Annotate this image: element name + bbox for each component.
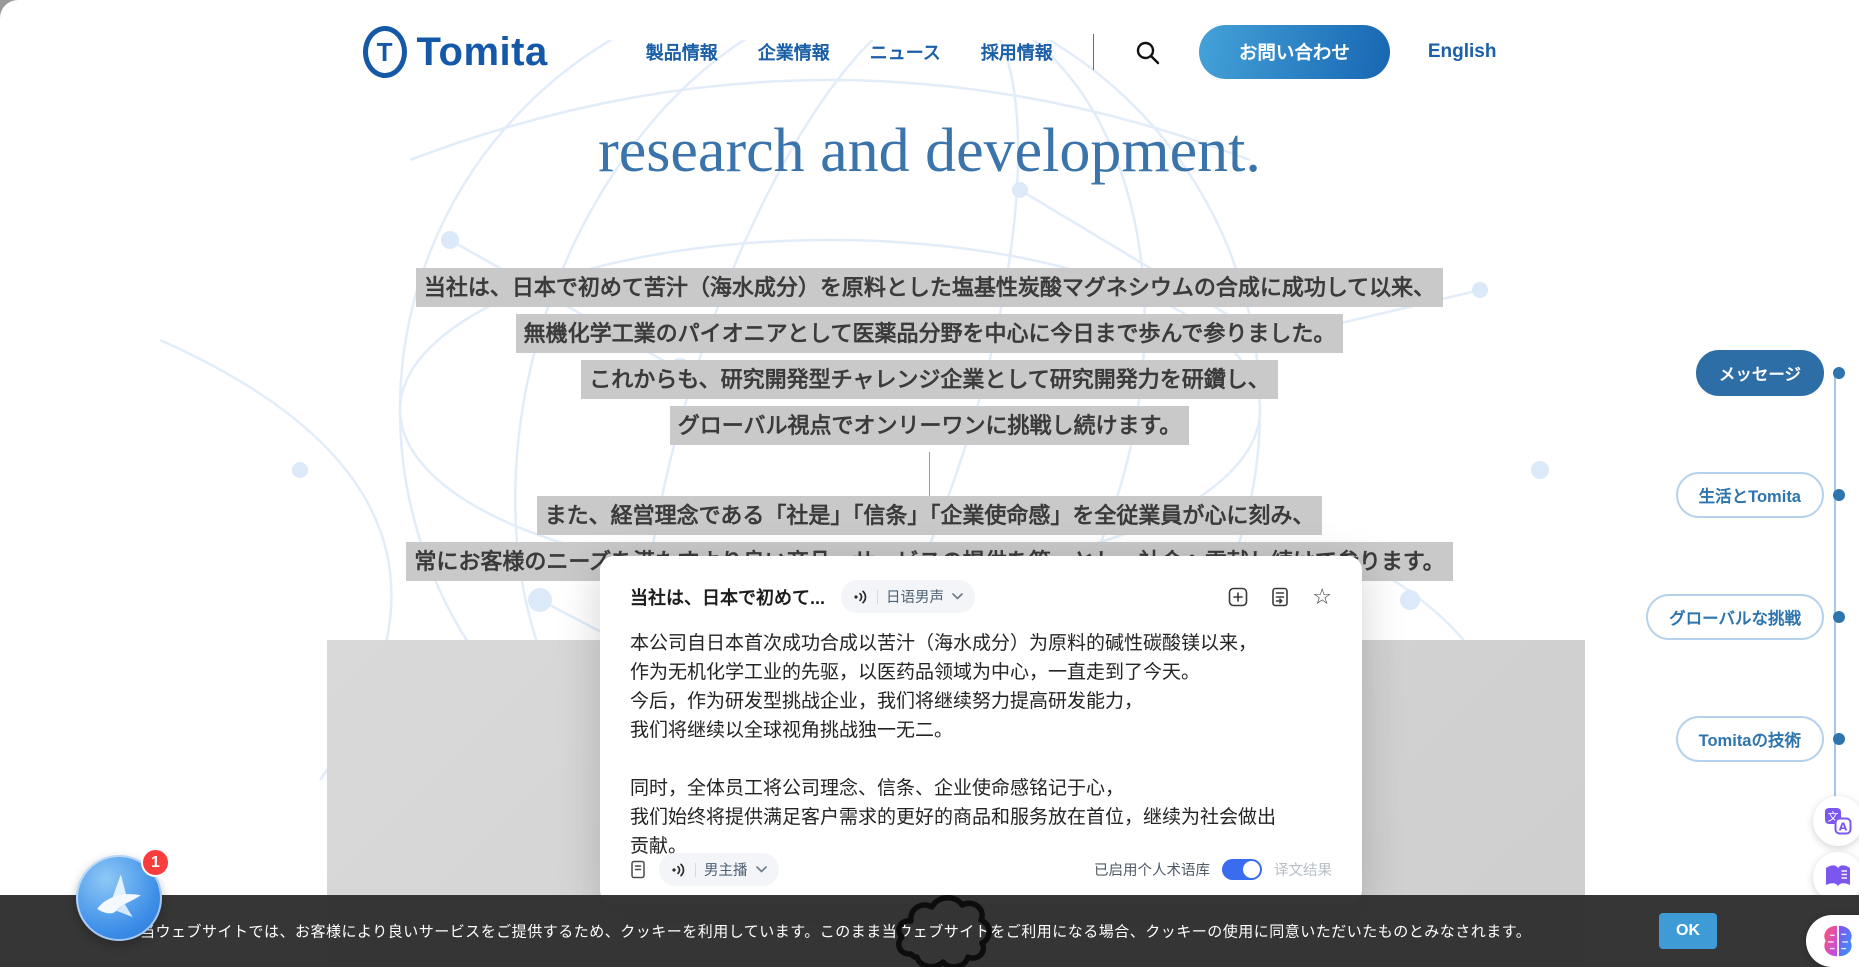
side-nav-row: メッセージ: [1646, 350, 1845, 396]
book-icon: [1823, 863, 1853, 891]
target-voice-selector[interactable]: 男主播: [659, 853, 779, 886]
header: T Tomita 製品情報 企業情報 ニュース 採用情報 お問い合わせ Engl…: [0, 0, 1859, 104]
translate-extension-button[interactable]: 文 A: [1813, 796, 1859, 846]
header-divider: [1093, 34, 1094, 70]
add-to-glossary-icon[interactable]: [1228, 587, 1248, 607]
speaker-icon: [671, 862, 687, 878]
side-nav-row: グローバルな挑戦: [1646, 594, 1845, 640]
source-voice-label: 日语男声: [886, 586, 944, 607]
side-nav-row: Tomitaの技術: [1646, 716, 1845, 762]
translated-line: 今后，作为研发型挑战企业，我们将继续努力提高研发能力，: [630, 687, 1332, 716]
side-nav-dot: [1833, 489, 1845, 501]
popup-title: 当社は、日本で初めて...: [630, 584, 825, 610]
logo-t-icon: T: [363, 26, 407, 78]
translated-text: 本公司自日本首次成功合成以苦汁（海水成分）为原料的碱性碳酸镁以来，作为无机化学工…: [630, 629, 1332, 861]
nav-item[interactable]: 製品情報: [646, 39, 718, 65]
popup-actions: ☆: [1228, 586, 1332, 608]
side-nav-pill[interactable]: Tomitaの技術: [1676, 716, 1824, 762]
voice-pill-divider: [695, 863, 696, 877]
popup-footer: 男主播 已启用个人术语库 译文结果: [630, 853, 1332, 886]
glossary-toggle[interactable]: [1222, 859, 1262, 880]
document-icon[interactable]: [630, 860, 647, 879]
side-nav-dot: [1833, 611, 1845, 623]
side-nav-pill[interactable]: 生活とTomita: [1676, 472, 1824, 518]
side-nav-pill[interactable]: メッセージ: [1696, 350, 1824, 396]
page: T Tomita 製品情報 企業情報 ニュース 採用情報 お問い合わせ Engl…: [0, 0, 1859, 967]
glossary-status-label: 已启用个人术语库: [1094, 859, 1210, 880]
cloud-doodle-annotation: [893, 892, 1001, 967]
result-tab-label[interactable]: 译文结果: [1274, 859, 1332, 880]
toggle-knob: [1243, 861, 1260, 878]
side-nav-row: 生活とTomita: [1646, 472, 1845, 518]
translated-line: 同时，全体员工将公司理念、信条、企业使命感铭记于心，: [630, 774, 1332, 803]
compare-translation-icon[interactable]: [1270, 587, 1290, 607]
brain-icon: [1819, 922, 1857, 960]
cookie-ok-button[interactable]: OK: [1659, 913, 1717, 949]
highlighted-text-line: 無機化学工業のパイオニアとして医薬品分野を中心に今日まで歩んで参りました。: [516, 314, 1344, 353]
ai-brain-extension-button[interactable]: [1806, 915, 1859, 967]
logo[interactable]: T Tomita: [363, 26, 548, 78]
target-voice-label: 男主播: [704, 859, 748, 880]
translated-line: 我们始终将提供满足客户需求的更好的商品和服务放在首位，继续为社会做出: [630, 803, 1332, 832]
highlighted-text-line: 当社は、日本で初めて苦汁（海水成分）を原料とした塩基性炭酸マグネシウムの合成に成…: [416, 268, 1443, 307]
highlighted-text-line: これからも、研究開発型チャレンジ企業として研究開発力を研鑽し、: [581, 360, 1277, 399]
popup-header: 当社は、日本で初めて... 日语男声: [630, 580, 1332, 613]
nav-item[interactable]: ニュース: [870, 39, 941, 65]
highlighted-text-line: また、経営理念である「社是」「信条」「企業使命感」を全従業員が心に刻み、: [537, 496, 1323, 535]
nav-item[interactable]: 採用情報: [981, 39, 1053, 65]
hero-paragraphs: 当社は、日本で初めて苦汁（海水成分）を原料とした塩基性炭酸マグネシウムの合成に成…: [0, 268, 1859, 588]
contact-button[interactable]: お問い合わせ: [1199, 25, 1390, 79]
favorite-star-icon[interactable]: ☆: [1312, 586, 1332, 608]
voice-pill-divider: [877, 590, 878, 604]
notification-badge: 1: [141, 848, 170, 877]
translated-line: 本公司自日本首次成功合成以苦汁（海水成分）为原料的碱性碳酸镁以来，: [630, 629, 1332, 658]
side-nav-pill[interactable]: グローバルな挑戦: [1646, 594, 1824, 640]
translated-line: 作为无机化学工业的先驱，以医药品领域为中心，一直走到了今天。: [630, 658, 1332, 687]
logo-text: Tomita: [417, 30, 548, 75]
cookie-message: 当ウェブサイトでは、お客様により良いサービスをご提供するため、クッキーを利用して…: [140, 921, 1531, 942]
translation-popup: 当社は、日本で初めて... 日语男声: [600, 556, 1362, 904]
english-language-link[interactable]: English: [1428, 41, 1497, 63]
main-nav: 製品情報 企業情報 ニュース 採用情報: [646, 39, 1053, 65]
highlighted-text-line: グローバル視点でオンリーワンに挑戦し続けます。: [670, 406, 1190, 445]
side-nav-dot: [1833, 367, 1845, 379]
translate-icon: 文 A: [1823, 806, 1853, 836]
side-nav-dot: [1833, 733, 1845, 745]
chevron-down-icon: [756, 866, 767, 873]
speaker-icon: [853, 589, 869, 605]
page-title: research and development.: [0, 116, 1859, 187]
source-voice-selector[interactable]: 日语男声: [841, 580, 975, 613]
paragraph-1: 当社は、日本で初めて苦汁（海水成分）を原料とした塩基性炭酸マグネシウムの合成に成…: [0, 268, 1859, 445]
paragraph-divider: [929, 452, 930, 496]
chevron-down-icon: [952, 593, 963, 600]
section-side-nav: メッセージ 生活とTomita グローバルな挑戦 Tomitaの技術: [1646, 350, 1845, 838]
assistant-bird-button[interactable]: 1: [76, 855, 162, 941]
search-icon[interactable]: [1134, 39, 1161, 66]
translated-line: 我们将继续以全球视角挑战独一无二。: [630, 716, 1332, 745]
svg-text:A: A: [1839, 821, 1848, 834]
translated-line: [630, 745, 1332, 774]
nav-item[interactable]: 企業情報: [758, 39, 830, 65]
